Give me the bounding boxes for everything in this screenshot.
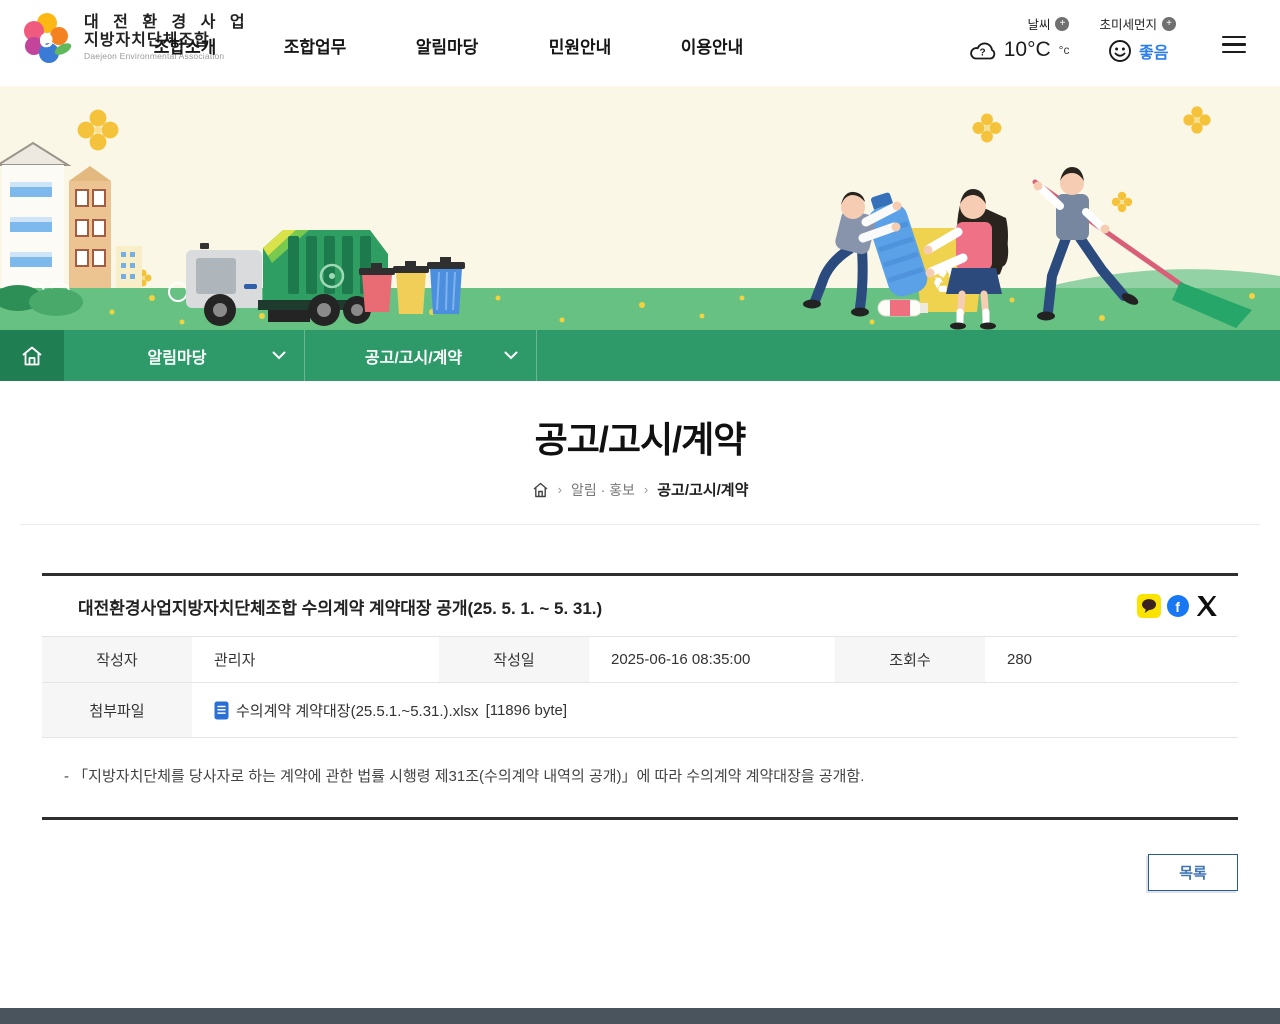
temperature-value: 10°C xyxy=(1003,38,1051,61)
dust-status: 좋음 xyxy=(1139,45,1169,62)
temperature-unit: °c xyxy=(1058,43,1070,57)
nav-item-civil[interactable]: 민원안내 xyxy=(525,33,635,58)
svg-text:e: e xyxy=(39,23,53,53)
post-body: - 「지방자치단체를 당사자로 하는 계약에 관한 법률 시행령 제31조(수의… xyxy=(42,738,1238,820)
kakaotalk-share-button[interactable] xyxy=(1136,593,1162,619)
file-icon xyxy=(214,701,229,719)
writer-value: 관리자 xyxy=(214,652,256,669)
svg-text:?: ? xyxy=(979,47,985,58)
hero-banner: ♻ xyxy=(0,86,1280,330)
breadcrumb: › 알림 · 홍보 › 공고/고시/계약 xyxy=(20,479,1260,500)
quick-nav-menu2[interactable]: 공고/고시/계약 xyxy=(305,330,537,381)
site-header: e 대 전 환 경 사 업 지방자치단체조합 Daejeon Environme… xyxy=(0,0,1280,86)
kakaotalk-icon xyxy=(1137,594,1161,618)
page-title: 공고/고시/계약 xyxy=(534,419,747,460)
chevron-down-icon xyxy=(504,351,518,360)
list-button[interactable]: 목록 xyxy=(1148,853,1238,891)
svg-text:f: f xyxy=(1175,599,1180,615)
page-head: 공고/고시/계약 › 알림 · 홍보 › 공고/고시/계약 xyxy=(20,381,1260,525)
post-title-row: 대전환경사업지방자치단체조합 수의계약 계약대장 공개(25. 5. 1. ~ … xyxy=(42,576,1238,636)
logo-flower-icon: e xyxy=(24,13,72,63)
nav-item-business[interactable]: 조합업무 xyxy=(260,33,370,58)
breadcrumb-step2[interactable]: 공고/고시/계약 xyxy=(657,479,748,500)
brand-name-line1: 대 전 환 경 사 업 xyxy=(84,14,250,32)
weather-widget: 날씨 + ? 10°C °c 초미세먼지 + 좋음 xyxy=(968,14,1176,64)
date-value: 2025-06-16 08:35:00 xyxy=(611,651,751,668)
home-button[interactable] xyxy=(0,330,64,381)
attachment-filename: 수의계약 계약대장(25.5.1.~5.31.).xlsx xyxy=(236,702,479,720)
views-value: 280 xyxy=(1007,651,1033,668)
breadcrumb-step1[interactable]: 알림 · 홍보 xyxy=(571,480,635,500)
attachment-filesize: [11896 byte] xyxy=(485,701,568,719)
button-row: 목록 xyxy=(42,853,1238,891)
quick-nav-bar: 알림마당 공고/고시/계약 xyxy=(0,330,1280,381)
smiley-icon xyxy=(1109,40,1131,62)
trash-bins xyxy=(359,257,465,314)
attachment-row: 첨부파일 수의계약 계약대장(25.5.1.~5.31.).xlsx [1189… xyxy=(42,682,1238,738)
page: e 대 전 환 경 사 업 지방자치단체조합 Daejeon Environme… xyxy=(0,0,1280,1024)
x-share-button[interactable] xyxy=(1194,593,1220,619)
chevron-down-icon xyxy=(272,351,286,360)
hamburger-menu-icon[interactable] xyxy=(1222,36,1246,58)
footer-strip xyxy=(0,1008,1280,1024)
weather-block: 날씨 + ? 10°C °c xyxy=(968,14,1070,64)
facebook-icon: f xyxy=(1167,595,1189,617)
cloud-question-icon: ? xyxy=(969,42,995,59)
attachment-download-link[interactable]: 수의계약 계약대장(25.5.1.~5.31.).xlsx [11896 byt… xyxy=(214,700,567,721)
date-label: 작성일 xyxy=(439,637,589,682)
nav-item-news[interactable]: 알림마당 xyxy=(392,33,502,58)
post-meta-row: 작성자 관리자 작성일 2025-06-16 08:35:00 조회수 280 xyxy=(42,636,1238,682)
breadcrumb-separator: › xyxy=(557,482,562,497)
views-label: 조회수 xyxy=(835,637,985,682)
writer-label: 작성자 xyxy=(42,637,192,682)
nav-item-about[interactable]: 조합소개 xyxy=(130,33,240,58)
post-detail: 대전환경사업지방자치단체조합 수의계약 계약대장 공개(25. 5. 1. ~ … xyxy=(42,573,1238,820)
home-icon xyxy=(22,346,42,365)
dust-block: 초미세먼지 + 좋음 xyxy=(1099,14,1176,64)
weather-expand-button[interactable]: + xyxy=(1055,16,1070,31)
hero-illustration: ♻ xyxy=(0,86,1280,330)
x-icon xyxy=(1196,596,1217,616)
breadcrumb-home-icon[interactable] xyxy=(532,482,549,498)
facebook-share-button[interactable]: f xyxy=(1165,593,1191,619)
breadcrumb-separator: › xyxy=(643,482,649,497)
dust-label: 초미세먼지 xyxy=(1099,18,1157,32)
nav-item-guide[interactable]: 이용안내 xyxy=(657,33,767,58)
dust-expand-button[interactable]: + xyxy=(1162,16,1176,31)
post-title: 대전환경사업지방자치단체조합 수의계약 계약대장 공개(25. 5. 1. ~ … xyxy=(78,598,603,618)
weather-label: 날씨 xyxy=(1027,18,1051,32)
attachment-label: 첨부파일 xyxy=(42,683,192,737)
quick-nav-menu1[interactable]: 알림마당 xyxy=(64,330,305,381)
share-buttons: f xyxy=(1136,593,1220,619)
